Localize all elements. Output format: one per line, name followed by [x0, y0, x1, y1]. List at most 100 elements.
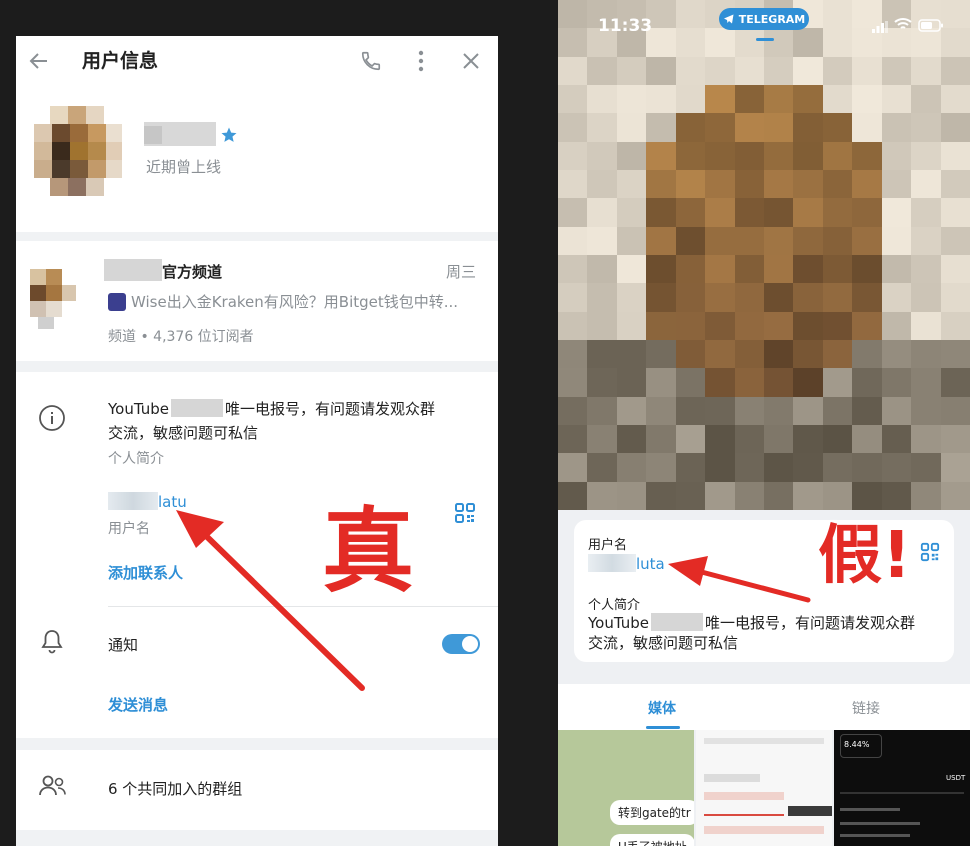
photo-mosaic-tile [911, 453, 942, 483]
photo-mosaic-tile [881, 311, 912, 341]
bio-line-2: 交流，敏感问题可私信 [108, 424, 259, 442]
phone-qr-code-icon[interactable] [920, 542, 940, 566]
phone-bio-redacted [651, 613, 703, 631]
telegram-pill-label: TELEGRAM [738, 12, 806, 26]
tab-media[interactable]: 媒体 [648, 698, 676, 718]
photo-mosaic-tile [705, 113, 736, 143]
notifications-toggle[interactable] [442, 634, 480, 654]
photo-mosaic-tile [616, 255, 647, 284]
photo-mosaic-tile [852, 226, 883, 256]
photo-mosaic-tile [587, 113, 618, 143]
photo-mosaic-tile [881, 170, 912, 199]
photo-mosaic-tile [852, 113, 883, 143]
photo-mosaic-tile [675, 340, 706, 369]
photo-mosaic-tile [940, 198, 970, 228]
panel-header: 用户信息 [16, 36, 498, 84]
media-thumb-table[interactable] [696, 730, 832, 846]
photo-mosaic-tile [558, 255, 588, 284]
photo-mosaic-tile [587, 311, 618, 341]
photo-mosaic-tile [911, 368, 942, 398]
photo-mosaic-tile [764, 311, 794, 341]
photo-mosaic-tile [616, 141, 647, 171]
photo-mosaic-tile [646, 85, 677, 114]
photo-mosaic-tile [616, 481, 647, 510]
photo-mosaic-tile [940, 141, 970, 171]
photo-mosaic-tile [675, 481, 706, 510]
photo-mosaic-tile [911, 226, 942, 256]
username-value[interactable]: latu [108, 492, 187, 511]
more-vertical-icon[interactable] [406, 46, 436, 76]
photo-mosaic-tile [558, 368, 588, 398]
profile-photo[interactable] [558, 0, 970, 510]
tab-links[interactable]: 链接 [852, 698, 880, 718]
add-contact-button[interactable]: 添加联系人 [108, 562, 183, 583]
media-thumb-chat[interactable]: 转到gate的tr U丢了被地址 [558, 730, 694, 846]
channel-last-post: Wise出入金Kraken有风险？用Bitget钱包中转... [131, 293, 459, 311]
photo-mosaic-tile [793, 56, 824, 86]
chat-bubble-1: 转到gate的tr [610, 800, 694, 825]
photo-mosaic-tile [940, 0, 970, 29]
phone-username-value[interactable]: luta [588, 554, 665, 573]
photo-mosaic-tile [793, 283, 824, 313]
photo-mosaic-tile [705, 340, 736, 369]
photo-mosaic-tile [940, 56, 970, 86]
photo-mosaic-tile [764, 368, 794, 398]
photo-mosaic-tile [587, 56, 618, 86]
photo-mosaic-tile [705, 85, 736, 114]
photo-mosaic-tile [911, 481, 942, 510]
photo-mosaic-tile [852, 311, 883, 341]
photo-mosaic-tile [616, 340, 647, 369]
close-icon[interactable] [456, 46, 486, 76]
info-section: YouTube 唯一电报号，有问题请发观众群 交流，敏感问题可私信 个人简介 la… [16, 372, 498, 738]
phone-icon[interactable] [356, 46, 386, 76]
media-thumb-wallet[interactable]: 8.44% USDT [834, 730, 970, 846]
battery-icon [918, 17, 944, 36]
info-icon [38, 404, 66, 436]
bio-suffix: 唯一电报号，有问题请发观众群 [225, 400, 436, 418]
back-arrow-icon[interactable] [24, 46, 54, 76]
photo-mosaic-tile [881, 141, 912, 171]
photo-mosaic-tile [616, 170, 647, 199]
photo-mosaic-tile [675, 85, 706, 114]
photo-mosaic-tile [940, 226, 970, 256]
photo-mosaic-tile [793, 141, 824, 171]
photo-mosaic-tile [940, 340, 970, 369]
photo-mosaic-tile [734, 28, 765, 58]
star-icon [220, 126, 238, 148]
avatar[interactable] [30, 106, 125, 206]
common-groups-row[interactable]: 6 个共同加入的群组 [16, 750, 498, 830]
photo-mosaic-tile [793, 226, 824, 256]
personal-channel-row[interactable]: 官方频道 周三 Wise出入金Kraken有风险？用Bitget钱包中转... … [16, 241, 498, 361]
photo-mosaic-tile [616, 226, 647, 256]
send-message-button[interactable]: 发送消息 [108, 694, 168, 715]
photo-mosaic-tile [852, 170, 883, 199]
photo-mosaic-tile [734, 141, 765, 171]
photo-mosaic-tile [911, 85, 942, 114]
last-seen-status: 近期曾上线 [146, 158, 222, 176]
photo-mosaic-tile [764, 113, 794, 143]
photo-mosaic-tile [675, 453, 706, 483]
wallet-line [840, 834, 910, 837]
table-row [704, 814, 784, 816]
photo-mosaic-tile [616, 368, 647, 398]
wallet-divider [840, 792, 964, 794]
photo-mosaic-tile [764, 340, 794, 369]
photo-mosaic-tile [675, 198, 706, 228]
wallet-rate: 8.44% [844, 740, 870, 749]
photo-mosaic-tile [646, 283, 677, 313]
photo-mosaic-tile [675, 283, 706, 313]
photo-mosaic-tile [940, 28, 970, 58]
photo-mosaic-tile [911, 311, 942, 341]
photo-mosaic-tile [587, 283, 618, 313]
wifi-icon [894, 16, 912, 35]
photo-mosaic-tile [940, 368, 970, 398]
photo-mosaic-tile [558, 141, 588, 171]
username-suffix: latu [158, 493, 187, 511]
photo-mosaic-tile [705, 396, 736, 426]
photo-mosaic-tile [587, 255, 618, 284]
photo-mosaic-tile [558, 311, 588, 341]
photo-mosaic-tile [734, 56, 765, 86]
qr-code-icon[interactable] [454, 502, 476, 528]
phone-bio-prefix: YouTube [588, 614, 649, 632]
photo-mosaic-tile [822, 198, 853, 228]
